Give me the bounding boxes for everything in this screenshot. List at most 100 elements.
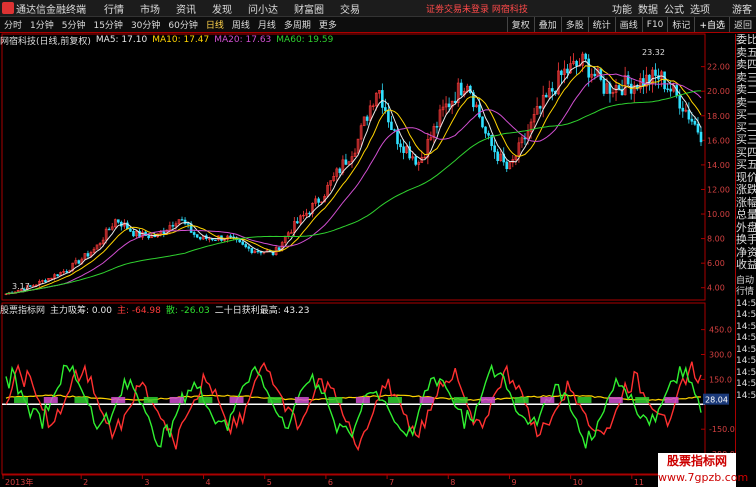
profit-line <box>5 394 702 401</box>
candle-body <box>214 239 217 241</box>
price-tick-label: 4.00 <box>707 284 725 293</box>
tick-row: 14:5 <box>736 379 756 389</box>
indicator-absorb: 主力吸筹: 0.00 <box>50 306 112 316</box>
high-price-label: 23.32 <box>642 48 665 57</box>
candle-body <box>402 146 405 153</box>
candle-body <box>296 221 299 224</box>
chart-canvas[interactable]: 22.00 20.00 18.00 16.00 14.00 12.00 10.00 8.00 6… <box>0 0 756 487</box>
quote-row: 买五 <box>736 158 756 171</box>
signal-marker <box>540 396 555 403</box>
candle-body <box>390 121 393 131</box>
x-tick-label: 2013年 <box>5 477 33 487</box>
candle-body <box>238 239 241 243</box>
candle-body <box>575 60 578 66</box>
quote-row: 收益 <box>736 258 756 271</box>
signal-marker <box>111 396 126 403</box>
price-tick-label: 10.00 <box>707 210 730 219</box>
candle-body <box>241 241 245 245</box>
price-tick-label: 6.00 <box>707 259 725 268</box>
tick-row: 自动 <box>736 275 755 286</box>
candle-body <box>244 244 248 248</box>
candle-body <box>544 94 548 98</box>
candle-body <box>587 58 591 78</box>
candle-body <box>198 236 202 240</box>
ma10-label: MA10: 17.47 <box>152 35 210 45</box>
candle-body <box>247 246 251 249</box>
tick-row: 14:5 <box>736 367 756 378</box>
ma10-line <box>5 65 702 295</box>
signal-marker <box>143 396 158 403</box>
candle-body <box>593 73 597 77</box>
indicator-panel-frame <box>1 302 706 475</box>
candle-body <box>699 131 703 143</box>
watermark-url: www.7gpzb.com <box>658 471 749 484</box>
retail-line <box>5 363 702 449</box>
tick-row: 14:5 <box>736 390 756 401</box>
quote-row: 买三 <box>736 133 756 146</box>
x-tick-label: 4 <box>206 478 211 487</box>
signal-marker <box>355 396 370 403</box>
signal-marker <box>387 396 402 403</box>
signal-marker <box>664 396 679 403</box>
candle-body <box>399 143 402 148</box>
quote-row: 总量 <box>736 208 756 221</box>
quote-row: 买一 <box>736 108 756 121</box>
candle-body <box>447 103 451 108</box>
candle-body <box>365 116 369 121</box>
candle-body <box>44 280 47 282</box>
candle-body <box>387 110 390 123</box>
candle-body <box>584 53 587 60</box>
quote-panel: 委比 卖五 卖四 卖三 卖二 卖一 买一 买二 买三 买四 买五 现价 涨跌 涨幅 总量 外盘 换手 净资 收益 自… <box>735 34 756 487</box>
price-tick-label: 22.00 <box>707 63 730 72</box>
price-tick-label: 8.00 <box>707 235 725 244</box>
signal-marker <box>43 396 58 403</box>
candle-body <box>77 260 81 264</box>
candle-body <box>147 235 150 239</box>
tick-row: 14:5 <box>736 310 756 320</box>
tick-row: 行情 <box>736 287 755 297</box>
signal-marker <box>514 396 529 403</box>
low-price-label: 3.17 <box>12 282 30 291</box>
candle-body <box>696 123 700 133</box>
candle-body <box>277 247 281 250</box>
candle-body <box>666 88 669 90</box>
ma20-label: MA20: 17.63 <box>214 35 272 45</box>
main-force-line <box>5 361 702 452</box>
signal-marker <box>453 396 468 403</box>
price-tick-label: 12.00 <box>707 185 730 194</box>
price-tick-label: 20.00 <box>707 87 730 96</box>
tick-row: 14:5 <box>736 333 756 343</box>
indicator-tick-label: 150.0 <box>709 375 732 384</box>
candle-body <box>550 88 554 92</box>
signal-marker <box>328 396 343 403</box>
candle-body <box>487 132 490 136</box>
candle-body <box>107 228 111 231</box>
ma5-line <box>5 60 702 295</box>
watermark: 股票指标网 www.7gpzb.com <box>658 453 749 487</box>
x-tick-label: 8 <box>450 478 455 487</box>
x-tick-label: 10 <box>573 478 583 487</box>
watermark-title: 股票指标网 <box>666 454 727 468</box>
signal-marker <box>229 396 244 403</box>
candle-body <box>56 274 59 277</box>
indicator-tick-label: -150.0 <box>709 425 735 434</box>
signal-marker <box>198 396 213 403</box>
candle-body <box>317 198 320 203</box>
x-tick-label: 3 <box>144 478 149 487</box>
candle-body <box>693 120 697 125</box>
candle-body <box>496 151 499 161</box>
candle-body <box>86 253 90 257</box>
candle-body <box>478 104 481 118</box>
ma5-label: MA5: 17.10 <box>95 35 148 45</box>
candle-body <box>654 69 657 76</box>
signal-marker <box>608 396 623 403</box>
indicator-profit: 二十日获利最高: 43.23 <box>214 306 310 316</box>
tick-row: 14:5 <box>736 321 756 332</box>
candle-body <box>256 250 260 253</box>
candle-body <box>481 116 484 128</box>
candle-body <box>65 271 68 273</box>
ma20-line <box>5 73 702 295</box>
candle-body <box>560 70 563 76</box>
candle-body <box>669 88 672 92</box>
candle-body <box>602 79 606 94</box>
